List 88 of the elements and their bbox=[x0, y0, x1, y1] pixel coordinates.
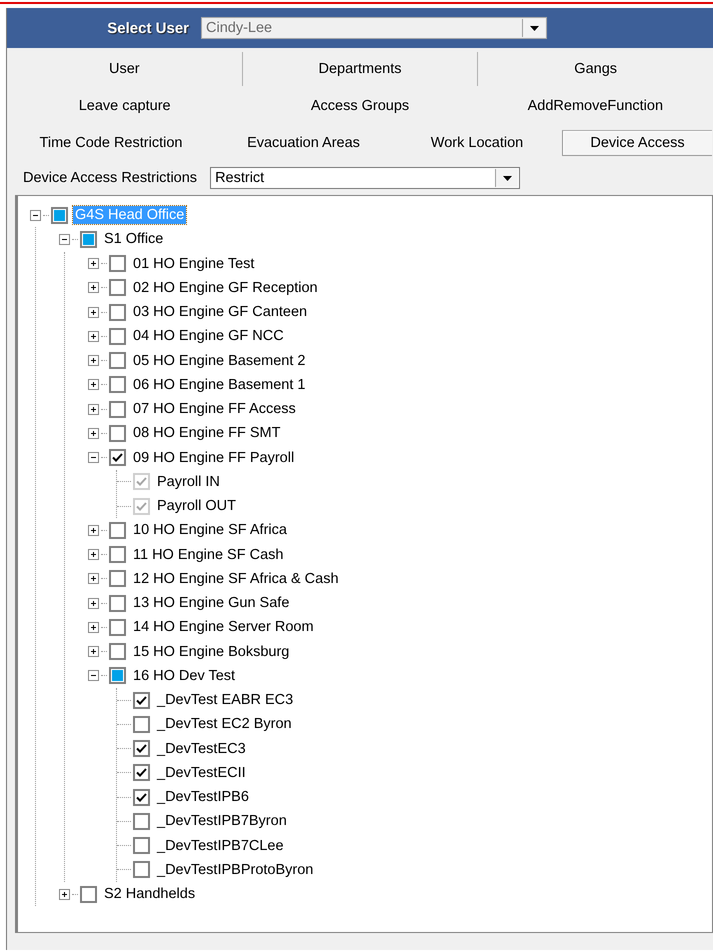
expand-icon[interactable] bbox=[88, 379, 99, 390]
checkbox[interactable] bbox=[109, 304, 126, 321]
tree-item-label[interactable]: _DevTestIPBProtoByron bbox=[155, 860, 316, 879]
tree-item-label[interactable]: 05 HO Engine Basement 2 bbox=[131, 352, 308, 370]
checkbox[interactable] bbox=[109, 279, 126, 296]
checkbox[interactable] bbox=[133, 692, 150, 709]
tree-item-label[interactable]: _DevTestECII bbox=[155, 764, 248, 782]
checkbox[interactable] bbox=[109, 522, 126, 539]
expand-icon[interactable] bbox=[88, 622, 99, 633]
tree-item-label[interactable]: _DevTestIPB7Byron bbox=[155, 812, 289, 830]
tree-item-label[interactable]: 07 HO Engine FF Access bbox=[131, 400, 298, 418]
expand-icon[interactable] bbox=[88, 258, 99, 270]
expand-icon[interactable] bbox=[88, 549, 99, 560]
collapse-icon[interactable] bbox=[30, 210, 41, 221]
expand-icon[interactable] bbox=[88, 282, 99, 294]
expand-icon[interactable] bbox=[88, 355, 99, 366]
checkbox[interactable] bbox=[80, 886, 97, 903]
tree-item-label[interactable]: 16 HO Dev Test bbox=[131, 666, 238, 685]
expand-icon[interactable] bbox=[88, 646, 99, 658]
tab[interactable]: Access Groups bbox=[242, 92, 478, 118]
tree-item-label[interactable]: 09 HO Engine FF Payroll bbox=[131, 448, 296, 467]
tree-item-label[interactable]: _DevTest EC2 Byron bbox=[155, 715, 294, 734]
checkbox[interactable] bbox=[133, 837, 150, 854]
tree-item-label[interactable]: 03 HO Engine GF Canteen bbox=[131, 303, 310, 322]
tree-item-label[interactable]: 12 HO Engine SF Africa & Cash bbox=[131, 570, 341, 588]
tree-item-label[interactable]: 01 HO Engine Test bbox=[131, 254, 256, 273]
expand-icon[interactable] bbox=[88, 306, 99, 318]
tree-item-label[interactable]: 06 HO Engine Basement 1 bbox=[131, 376, 308, 394]
tree-item-label[interactable]: _DevTestIPB6 bbox=[155, 788, 251, 806]
checkbox[interactable] bbox=[133, 740, 150, 758]
restriction-label: Device Access Restrictions bbox=[23, 170, 198, 186]
dropdown-field[interactable]: Restrict bbox=[210, 167, 520, 189]
collapse-icon[interactable] bbox=[59, 234, 70, 245]
expand-icon[interactable] bbox=[59, 888, 70, 900]
collapse-icon[interactable] bbox=[88, 670, 99, 682]
tab[interactable]: Evacuation Areas bbox=[215, 130, 392, 156]
dropdown-button[interactable] bbox=[495, 169, 518, 187]
expand-icon[interactable] bbox=[88, 428, 99, 439]
checkbox[interactable] bbox=[109, 376, 126, 394]
checkbox[interactable] bbox=[133, 788, 150, 806]
tree-item-label[interactable]: 11 HO Engine SF Cash bbox=[131, 546, 286, 564]
checkbox[interactable] bbox=[109, 352, 126, 370]
expand-icon[interactable] bbox=[88, 598, 99, 609]
checkbox[interactable] bbox=[109, 424, 126, 442]
checkbox[interactable] bbox=[109, 643, 126, 660]
tree-item-label[interactable]: 13 HO Engine Gun Safe bbox=[131, 594, 292, 612]
collapse-icon[interactable] bbox=[88, 452, 99, 464]
tree-item-label[interactable]: 04 HO Engine GF NCC bbox=[131, 327, 286, 346]
checkbox[interactable] bbox=[109, 618, 126, 636]
tab[interactable]: Departments bbox=[242, 56, 478, 82]
dropdown-arrow-icon bbox=[502, 176, 512, 180]
expand-icon[interactable] bbox=[88, 573, 99, 584]
checkbox[interactable] bbox=[133, 861, 150, 878]
checkbox[interactable] bbox=[109, 546, 126, 564]
checkbox[interactable] bbox=[51, 206, 68, 224]
tab[interactable]: Time Code Restriction bbox=[7, 130, 215, 156]
checkbox[interactable] bbox=[109, 400, 126, 418]
tree-item-label[interactable]: 02 HO Engine GF Reception bbox=[131, 278, 320, 297]
tree-item-label[interactable]: 15 HO Engine Boksburg bbox=[131, 642, 292, 661]
checkbox[interactable] bbox=[109, 570, 126, 588]
tree-item-label[interactable]: 08 HO Engine FF SMT bbox=[131, 424, 282, 442]
checkbox[interactable] bbox=[133, 764, 150, 782]
checkbox[interactable] bbox=[109, 255, 126, 272]
tree-item-label[interactable]: S2 Handhelds bbox=[102, 885, 198, 904]
tab[interactable]: AddRemoveFunction bbox=[478, 92, 713, 118]
tab[interactable]: Device Access bbox=[562, 130, 712, 156]
expand-icon[interactable] bbox=[88, 330, 99, 342]
checkbox[interactable] bbox=[109, 449, 126, 466]
select-user-label: Select User bbox=[106, 20, 190, 36]
checkbox[interactable] bbox=[109, 328, 126, 345]
expand-icon[interactable] bbox=[88, 404, 99, 415]
tree-item-label[interactable]: _DevTestEC3 bbox=[155, 740, 248, 758]
checkbox[interactable] bbox=[109, 667, 126, 684]
tree-item-label[interactable]: 14 HO Engine Server Room bbox=[131, 618, 316, 636]
tree-item-label[interactable]: _DevTest EABR EC3 bbox=[155, 691, 296, 710]
tree-item-label[interactable]: _DevTestIPB7CLee bbox=[155, 836, 286, 855]
tree-item-label[interactable]: 10 HO Engine SF Africa bbox=[131, 521, 289, 540]
tab[interactable]: User bbox=[7, 56, 242, 82]
expand-icon[interactable] bbox=[88, 524, 99, 536]
dropdown-arrow-icon bbox=[530, 26, 538, 30]
checkbox[interactable] bbox=[80, 230, 97, 248]
tree-item-label[interactable]: S1 Office bbox=[102, 230, 166, 248]
checkbox[interactable] bbox=[133, 812, 150, 830]
tab[interactable]: Leave capture bbox=[7, 92, 242, 118]
checkbox[interactable] bbox=[109, 594, 126, 612]
checkbox[interactable] bbox=[133, 716, 150, 733]
tab[interactable]: Work Location bbox=[392, 130, 562, 156]
tab[interactable]: Gangs bbox=[478, 56, 713, 82]
